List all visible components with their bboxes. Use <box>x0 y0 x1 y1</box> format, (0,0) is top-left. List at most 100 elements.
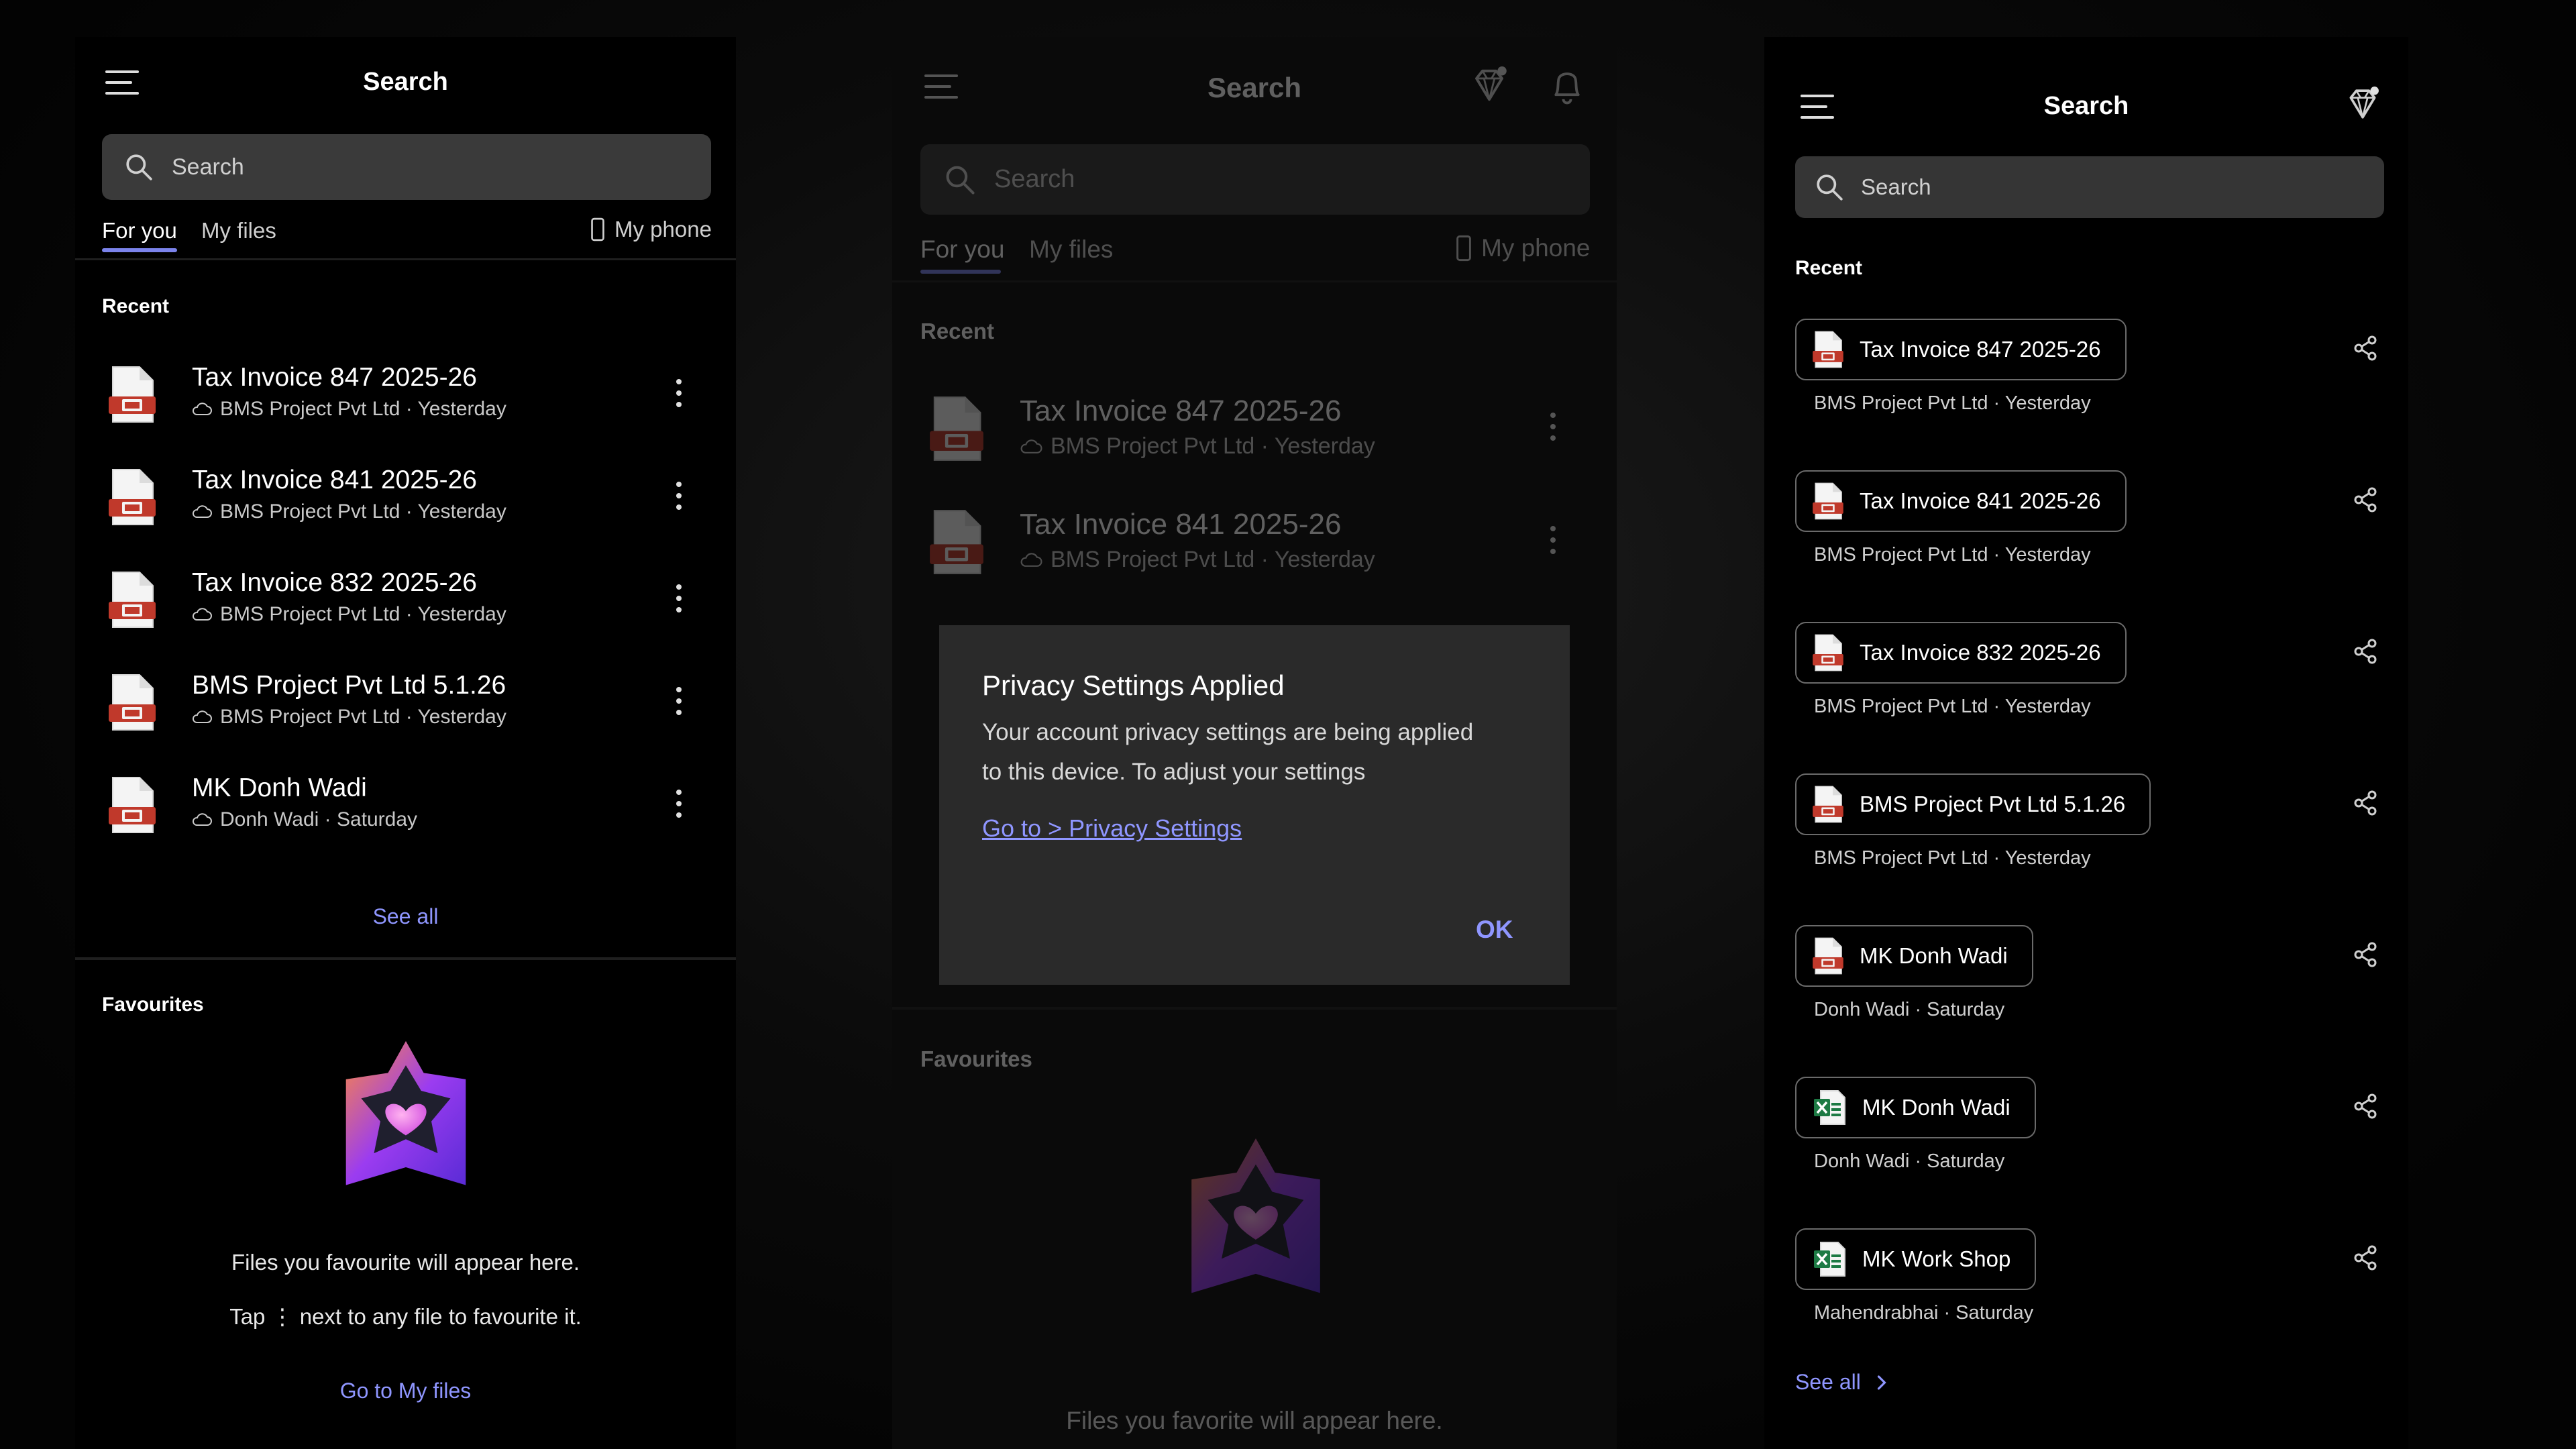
cloud-icon <box>192 813 212 826</box>
list-item[interactable]: MK Donh Wadi Donh Wadi · Saturday <box>75 763 736 863</box>
pdf-file-icon <box>1813 937 1843 975</box>
chevron-right-icon <box>1876 1373 1888 1392</box>
list-item[interactable]: Tax Invoice 847 2025-26 BMS Project Pvt … <box>75 352 736 453</box>
recent-file-chip[interactable]: Tax Invoice 841 2025-26 <box>1795 470 2127 532</box>
list-item[interactable]: Tax Invoice 847 2025-26 BMS Project Pvt … <box>892 382 1617 490</box>
share-icon[interactable] <box>2352 1244 2379 1271</box>
search-input[interactable]: Search <box>1795 156 2384 218</box>
share-icon[interactable] <box>2352 638 2379 665</box>
file-name: Tax Invoice 847 2025-26 <box>1860 337 2101 362</box>
pdf-file-icon <box>930 396 983 462</box>
pdf-file-icon <box>109 571 156 629</box>
more-options-icon[interactable] <box>676 790 682 818</box>
page-title: Search <box>1207 72 1302 103</box>
more-options-icon[interactable] <box>1550 413 1556 441</box>
pdf-file-icon <box>1813 331 1843 368</box>
file-meta: BMS Project Pvt Ltd · Yesterday <box>192 603 506 626</box>
recent-file-chip[interactable]: MK Donh Wadi <box>1795 1077 2036 1138</box>
share-icon[interactable] <box>2352 1093 2379 1120</box>
search-placeholder: Search <box>994 165 1075 193</box>
share-icon[interactable] <box>2352 486 2379 513</box>
share-icon[interactable] <box>2352 790 2379 816</box>
search-placeholder: Search <box>1861 174 1931 199</box>
file-meta-text: BMS Project Pvt Ltd · Yesterday <box>1051 433 1375 459</box>
file-meta-text: BMS Project Pvt Ltd · Yesterday <box>220 500 506 523</box>
file-meta-text: Donh Wadi · Saturday <box>220 808 418 830</box>
privacy-settings-link[interactable]: Go to > Privacy Settings <box>982 814 1242 843</box>
pdf-file-icon <box>109 776 156 834</box>
share-icon[interactable] <box>2352 335 2379 362</box>
search-icon <box>125 153 153 181</box>
tab-my-files[interactable]: My files <box>201 218 276 244</box>
see-all-link[interactable]: See all <box>75 904 736 929</box>
favourites-empty-text: Files you favorite will appear here. <box>1066 1407 1443 1434</box>
favourites-hint-text: Tap ⋮ next to any file to favourite it. <box>229 1304 582 1329</box>
pdf-file-icon <box>109 366 156 423</box>
tab-my-phone[interactable]: My phone <box>1456 234 1591 262</box>
recent-file-chip[interactable]: MK Work Shop <box>1795 1228 2037 1290</box>
recent-file-chip[interactable]: Tax Invoice 847 2025-26 <box>1795 319 2127 380</box>
tab-my-files[interactable]: My files <box>1029 235 1113 264</box>
file-name: MK Donh Wadi <box>1862 1095 2010 1120</box>
list-item[interactable]: BMS Project Pvt Ltd 5.1.26 BMS Project P… <box>75 660 736 761</box>
search-icon <box>945 164 975 195</box>
see-all-link[interactable]: See all <box>1795 1370 1888 1395</box>
more-options-icon[interactable] <box>676 584 682 612</box>
ok-button[interactable]: OK <box>1476 916 1513 944</box>
favourite-star-illustration <box>342 1040 470 1205</box>
file-meta: BMS Project Pvt Ltd · Yesterday <box>1814 847 2091 869</box>
see-all-label: See all <box>1795 1370 1861 1394</box>
file-name: Tax Invoice 841 2025-26 <box>1860 488 2101 513</box>
list-item[interactable]: Tax Invoice 841 2025-26 BMS Project Pvt … <box>892 496 1617 603</box>
favourites-heading: Favourites <box>102 994 204 1016</box>
recent-file-chip[interactable]: BMS Project Pvt Ltd 5.1.26 <box>1795 773 2151 835</box>
file-name: Tax Invoice 832 2025-26 <box>1860 640 2101 665</box>
go-to-my-files-link[interactable]: Go to My files <box>75 1379 736 1403</box>
file-name: Tax Invoice 847 2025-26 <box>192 363 477 392</box>
privacy-dialog: Privacy Settings Applied Your account pr… <box>939 625 1570 985</box>
right-screen: Search Search Recent Tax Invoice 847 202… <box>1764 37 2408 1449</box>
active-tab-indicator <box>102 248 177 252</box>
premium-diamond-icon[interactable] <box>1470 66 1508 104</box>
recent-heading: Recent <box>920 319 995 343</box>
more-options-icon[interactable] <box>1550 526 1556 554</box>
phone-icon <box>1456 235 1472 262</box>
search-input[interactable]: Search <box>102 134 711 200</box>
file-meta-text: BMS Project Pvt Ltd · Yesterday <box>220 603 506 625</box>
pdf-file-icon <box>930 509 983 575</box>
file-name: MK Work Shop <box>1862 1246 2011 1271</box>
recent-file-chip[interactable]: MK Donh Wadi <box>1795 925 2033 987</box>
search-placeholder: Search <box>172 154 244 180</box>
file-name: Tax Invoice 832 2025-26 <box>192 568 477 597</box>
file-meta: BMS Project Pvt Ltd · Yesterday <box>1814 696 2091 717</box>
notifications-bell-icon[interactable] <box>1548 66 1586 107</box>
cloud-icon <box>192 710 212 724</box>
share-icon[interactable] <box>2352 941 2379 968</box>
more-options-icon[interactable] <box>676 379 682 407</box>
section-divider <box>75 957 736 960</box>
tab-divider <box>892 280 1617 282</box>
list-item[interactable]: Tax Invoice 841 2025-26 BMS Project Pvt … <box>75 455 736 555</box>
tab-for-you[interactable]: For you <box>102 218 177 244</box>
favourites-heading: Favourites <box>920 1046 1032 1071</box>
file-meta: BMS Project Pvt Ltd · Yesterday <box>1814 392 2091 414</box>
tab-for-you[interactable]: For you <box>920 235 1004 264</box>
section-divider <box>892 1007 1617 1010</box>
more-options-icon[interactable] <box>676 687 682 715</box>
tab-divider <box>75 258 736 260</box>
search-input[interactable]: Search <box>920 144 1590 215</box>
tab-my-phone[interactable]: My phone <box>590 217 712 242</box>
excel-file-icon <box>1813 1241 1846 1277</box>
file-name: MK Donh Wadi <box>192 773 367 802</box>
cloud-icon <box>1020 439 1042 454</box>
recent-file-chip[interactable]: Tax Invoice 832 2025-26 <box>1795 622 2127 684</box>
pdf-file-icon <box>1813 634 1843 672</box>
list-item[interactable]: Tax Invoice 832 2025-26 BMS Project Pvt … <box>75 557 736 658</box>
more-options-icon[interactable] <box>676 482 682 510</box>
file-name: BMS Project Pvt Ltd 5.1.26 <box>1860 792 2126 816</box>
file-meta-text: BMS Project Pvt Ltd · Yesterday <box>1051 547 1375 572</box>
dialog-body-line-2: to this device. To adjust your settings <box>982 759 1366 785</box>
cloud-icon <box>192 505 212 519</box>
file-meta: BMS Project Pvt Ltd · Yesterday <box>1020 433 1375 460</box>
premium-diamond-icon[interactable] <box>2345 87 2380 121</box>
